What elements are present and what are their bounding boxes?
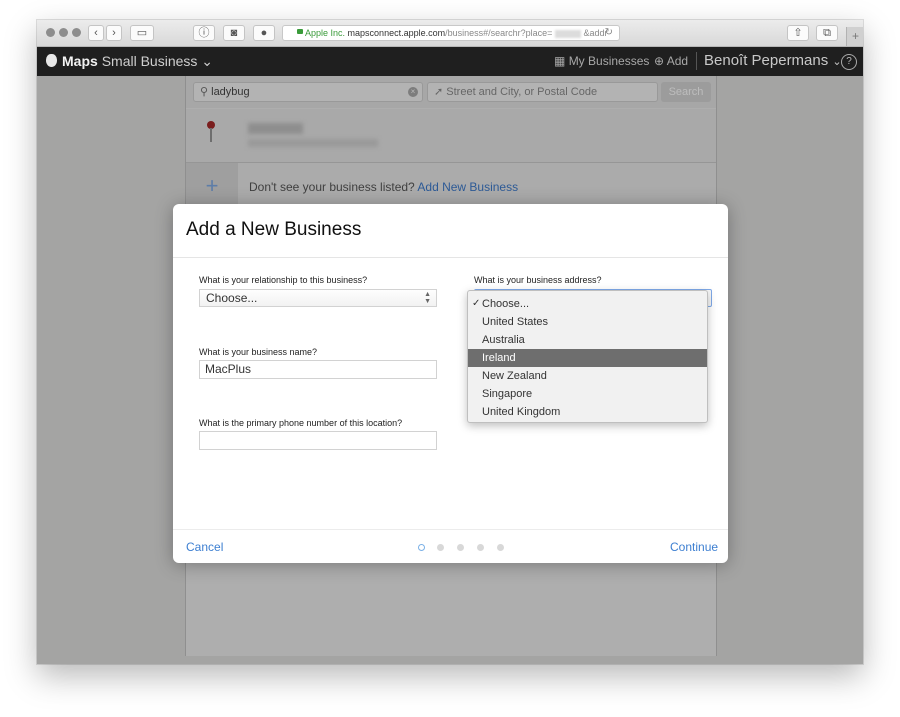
reload-icon[interactable]: ↻ — [605, 26, 613, 40]
redacted-text — [248, 139, 378, 147]
minimize-window-button[interactable] — [59, 28, 68, 37]
add-business-row: + Don't see your business listed? Add Ne… — [186, 163, 716, 209]
help-icon[interactable]: ? — [841, 54, 857, 70]
address-option[interactable]: Singapore — [468, 385, 707, 403]
chevron-up-down-icon: ▲ ▼ — [424, 291, 431, 305]
address-label: What is your business address? — [474, 275, 602, 285]
lock-icon — [297, 29, 303, 34]
address-option[interactable]: Australia — [468, 331, 707, 349]
business-name-label: What is your business name? — [199, 347, 318, 357]
location-placeholder: Street and City, or Postal Code — [446, 86, 598, 98]
cancel-button[interactable]: Cancel — [186, 540, 223, 554]
share-icon[interactable]: ⇧ — [787, 25, 809, 41]
address-option[interactable]: United Kingdom — [468, 403, 707, 421]
location-input[interactable]: ➚ Street and City, or Postal Code — [427, 82, 658, 102]
zoom-window-button[interactable] — [72, 28, 81, 37]
address-option[interactable]: New Zealand — [468, 367, 707, 385]
user-name: Benoît Pepermans — [704, 52, 829, 69]
browser-toolbar: ‹ › ▭ ⓘ ◙ ● Apple Inc. mapsconnect.apple… — [37, 20, 863, 47]
relationship-value: Choose... — [206, 291, 258, 305]
step-dot-current — [418, 544, 425, 551]
add-link[interactable]: ⊕ Add — [654, 54, 688, 68]
continue-button[interactable]: Continue — [670, 540, 718, 554]
search-icon: ⚲ — [200, 86, 209, 98]
redacted-text — [554, 29, 581, 38]
checkmark-icon: ✓ — [472, 298, 481, 309]
step-dot — [497, 544, 504, 551]
relationship-select[interactable]: Choose... ▲ ▼ — [199, 289, 437, 307]
my-businesses-link[interactable]: ▦ My Businesses — [554, 54, 649, 68]
divider — [173, 529, 728, 530]
address-bar[interactable]: Apple Inc. mapsconnect.apple.com/busines… — [282, 25, 620, 41]
step-dot — [437, 544, 444, 551]
not-listed-text: Don't see your business listed? Add New … — [249, 180, 518, 194]
add-new-business-link[interactable]: Add New Business — [417, 180, 518, 194]
location-arrow-icon: ➚ — [434, 86, 444, 98]
step-dot — [457, 544, 464, 551]
user-menu[interactable]: Benoît Pepermans ⌄ — [704, 52, 842, 69]
divider — [696, 52, 697, 70]
app-bar: Maps Small Business ⌄ ▦ My Businesses ⊕ … — [37, 47, 863, 76]
search-result-row[interactable] — [186, 109, 716, 163]
forward-icon[interactable]: › — [106, 25, 122, 41]
close-window-button[interactable] — [46, 28, 55, 37]
address-options-list: ✓ Choose... United States Australia Irel… — [467, 290, 708, 423]
plus-icon[interactable]: + — [186, 163, 238, 209]
url-company: Apple Inc. — [305, 28, 346, 38]
address-option-highlighted[interactable]: Ireland — [468, 349, 707, 367]
step-dot — [477, 544, 484, 551]
phone-field[interactable] — [199, 431, 437, 450]
business-name-field[interactable]: MacPlus — [199, 360, 437, 379]
search-button[interactable]: Search — [661, 82, 711, 102]
new-tab-button[interactable]: + — [846, 27, 863, 46]
phone-label: What is the primary phone number of this… — [199, 418, 403, 428]
search-query: ladybug — [211, 86, 250, 98]
add-label: Add — [666, 54, 689, 68]
browser-window: ‹ › ▭ ⓘ ◙ ● Apple Inc. mapsconnect.apple… — [37, 20, 863, 664]
not-listed-label: Don't see your business listed? — [249, 180, 415, 194]
dialog-title: Add a New Business — [186, 219, 362, 240]
address-option[interactable]: ✓ Choose... — [468, 295, 707, 313]
info-icon[interactable]: ⓘ — [193, 25, 215, 41]
apple-logo-icon — [46, 54, 57, 67]
clear-icon[interactable]: × — [408, 87, 418, 97]
sidebar-icon[interactable]: ▭ — [130, 25, 154, 41]
relationship-label: What is your relationship to this busine… — [199, 275, 368, 285]
back-icon[interactable]: ‹ — [88, 25, 104, 41]
redacted-text — [248, 123, 303, 134]
business-search-input[interactable]: ⚲ ladybug × — [193, 82, 423, 102]
divider — [173, 257, 728, 258]
my-businesses-label: My Businesses — [568, 54, 650, 68]
brand-maps: Maps — [62, 53, 98, 69]
app-brand[interactable]: Maps Small Business ⌄ — [62, 53, 213, 70]
url-path: /business#/searchr?place= — [445, 28, 553, 38]
brand-chevron-down-icon: ⌄ — [201, 53, 214, 69]
address-option-label: Choose... — [482, 298, 530, 310]
address-option[interactable]: United States — [468, 313, 707, 331]
tabs-icon[interactable]: ⧉ — [816, 25, 838, 41]
url-host: mapsconnect.apple.com — [347, 28, 446, 38]
pocket-icon[interactable]: ◙ — [223, 25, 245, 41]
building-icon: ▦ — [554, 54, 566, 68]
plus-circle-icon: ⊕ — [654, 54, 665, 68]
brand-small-business: Small Business — [101, 53, 198, 69]
search-strip: ⚲ ladybug × ➚ Street and City, or Postal… — [186, 76, 716, 108]
extension-icon[interactable]: ● — [253, 25, 275, 41]
